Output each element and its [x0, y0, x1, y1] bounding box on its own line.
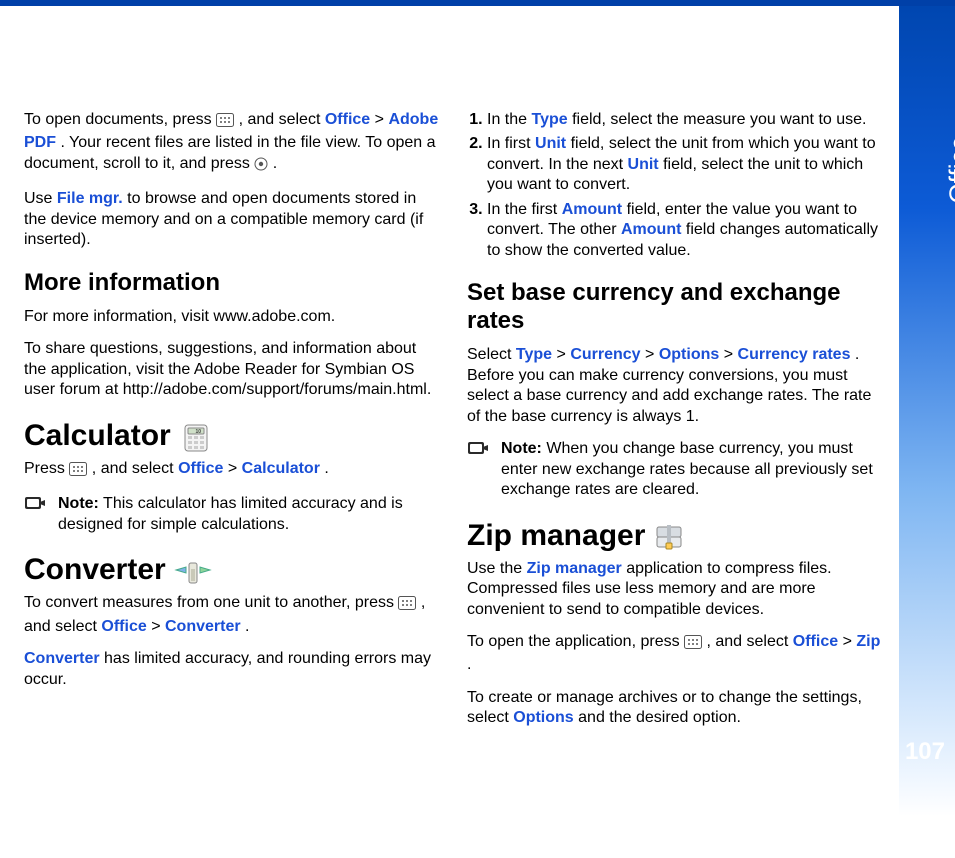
- text: .: [245, 618, 249, 635]
- note-label: Note:: [501, 440, 542, 457]
- step-item: In first Unit field, select the unit fro…: [487, 134, 882, 195]
- text: In the: [487, 111, 531, 128]
- zip-open-paragraph: To open the application, press , and sel…: [467, 632, 882, 676]
- scroll-key-icon: [254, 157, 268, 177]
- text: >: [645, 346, 659, 363]
- right-column: In the Type field, select the measure yo…: [467, 110, 882, 741]
- note-callout: Note: This calculator has limited accura…: [24, 494, 439, 535]
- text: . Your recent files are listed in the fi…: [24, 134, 436, 171]
- options-keyword: Options: [659, 346, 719, 363]
- unit-keyword: Unit: [628, 156, 659, 173]
- menu-key-icon: [398, 596, 416, 616]
- file-mgr-keyword: File mgr.: [57, 190, 123, 207]
- converter-heading: Converter: [24, 553, 439, 587]
- note-icon: [467, 439, 489, 500]
- side-section-label: Office: [943, 136, 955, 203]
- office-keyword: Office: [178, 460, 223, 477]
- top-bar: [0, 0, 955, 6]
- base-currency-heading: Set base currency and exchange rates: [467, 279, 882, 335]
- text: In the first: [487, 201, 562, 218]
- calculator-heading: Calculator 10: [24, 419, 439, 453]
- currency-rates-keyword: Currency rates: [738, 346, 851, 363]
- content-area: To open documents, press , and select Of…: [24, 110, 882, 741]
- converter-steps-list: In the Type field, select the measure yo…: [467, 110, 882, 261]
- text: This calculator has limited accuracy and…: [58, 495, 403, 532]
- text: .: [467, 656, 471, 673]
- zip-options-paragraph: To create or manage archives or to chang…: [467, 688, 882, 729]
- text: To open documents, press: [24, 111, 216, 128]
- zip-manager-heading: Zip manager: [467, 519, 882, 553]
- text: >: [228, 460, 242, 477]
- text: , and select: [706, 633, 792, 650]
- text: To open the application, press: [467, 633, 684, 650]
- step-item: In the first Amount field, enter the val…: [487, 200, 882, 261]
- zip-keyword: Zip: [856, 633, 880, 650]
- converter-accuracy-paragraph: Converter has limited accuracy, and roun…: [24, 649, 439, 690]
- note-callout: Note: When you change base currency, you…: [467, 439, 882, 500]
- converter-open-paragraph: To convert measures from one unit to ano…: [24, 593, 439, 637]
- heading-text: Zip manager: [467, 519, 645, 553]
- zip-intro-paragraph: Use the Zip manager application to compr…: [467, 559, 882, 620]
- text: To convert measures from one unit to ano…: [24, 594, 398, 611]
- adobe-forum-paragraph: To share questions, suggestions, and inf…: [24, 339, 439, 400]
- note-text: Note: This calculator has limited accura…: [54, 494, 439, 535]
- note-label: Note:: [58, 495, 99, 512]
- side-bar: Office 107: [899, 6, 955, 816]
- page: Office 107 To open documents, press , an…: [0, 0, 955, 858]
- text: Use: [24, 190, 57, 207]
- base-currency-paragraph: Select Type > Currency > Options > Curre…: [467, 345, 882, 427]
- text: field, select the measure you want to us…: [572, 111, 866, 128]
- converter-keyword: Converter: [165, 618, 241, 635]
- office-keyword: Office: [325, 111, 370, 128]
- menu-key-icon: [69, 462, 87, 482]
- text: Use the: [467, 560, 527, 577]
- text: When you change base currency, you must …: [501, 440, 873, 498]
- open-docs-paragraph: To open documents, press , and select Of…: [24, 110, 439, 177]
- left-column: To open documents, press , and select Of…: [24, 110, 439, 741]
- text: Press: [24, 460, 69, 477]
- type-keyword: Type: [531, 111, 567, 128]
- file-mgr-paragraph: Use File mgr. to browse and open documen…: [24, 189, 439, 250]
- svg-text:10: 10: [195, 429, 201, 435]
- type-keyword: Type: [516, 346, 552, 363]
- text: >: [151, 618, 165, 635]
- heading-text: Converter: [24, 553, 166, 587]
- text: >: [557, 346, 571, 363]
- text: Select: [467, 346, 516, 363]
- zip-manager-keyword: Zip manager: [527, 560, 622, 577]
- text: , and select: [92, 460, 178, 477]
- text: and the desired option.: [578, 709, 741, 726]
- text: >: [724, 346, 738, 363]
- calculator-icon: 10: [179, 423, 213, 453]
- text: In first: [487, 135, 535, 152]
- more-information-heading: More information: [24, 269, 439, 297]
- heading-text: Calculator: [24, 419, 171, 453]
- text: .: [273, 155, 277, 172]
- step-item: In the Type field, select the measure yo…: [487, 110, 882, 130]
- menu-key-icon: [684, 635, 702, 655]
- office-keyword: Office: [793, 633, 838, 650]
- converter-icon: [174, 557, 212, 587]
- options-keyword: Options: [513, 709, 573, 726]
- menu-key-icon: [216, 113, 234, 133]
- unit-keyword: Unit: [535, 135, 566, 152]
- amount-keyword: Amount: [621, 221, 681, 238]
- text: , and select: [239, 111, 325, 128]
- page-number: 107: [905, 738, 945, 766]
- converter-keyword: Converter: [24, 650, 100, 667]
- text: >: [375, 111, 389, 128]
- calculator-keyword: Calculator: [242, 460, 320, 477]
- calculator-open-paragraph: Press , and select Office > Calculator .: [24, 459, 439, 482]
- zip-manager-icon: [653, 523, 687, 553]
- adobe-url-paragraph: For more information, visit www.adobe.co…: [24, 307, 439, 327]
- office-keyword: Office: [101, 618, 146, 635]
- currency-keyword: Currency: [570, 346, 640, 363]
- text: .: [324, 460, 328, 477]
- text: >: [843, 633, 857, 650]
- note-icon: [24, 494, 46, 535]
- amount-keyword: Amount: [562, 201, 622, 218]
- note-text: Note: When you change base currency, you…: [497, 439, 882, 500]
